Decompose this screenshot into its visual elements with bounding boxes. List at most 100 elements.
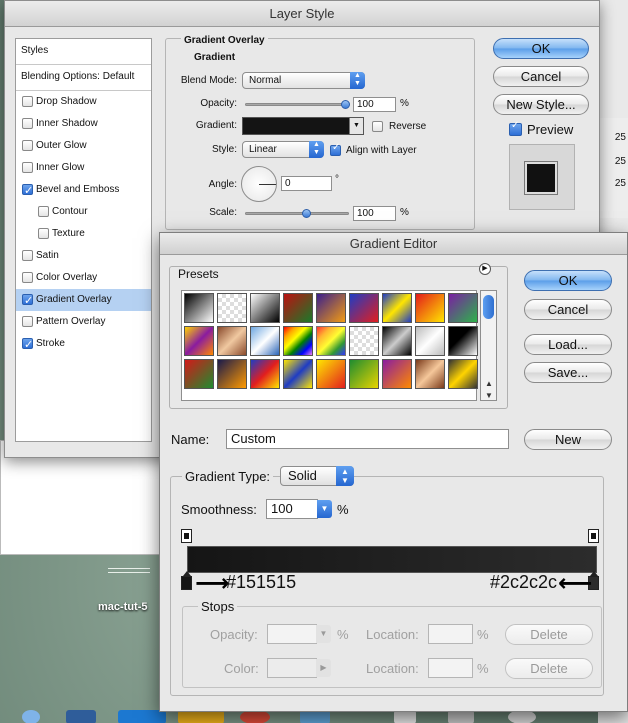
preset-swatch[interactable] [316, 326, 346, 356]
checkbox[interactable] [38, 228, 49, 239]
dock-app-icon[interactable] [66, 710, 96, 723]
smoothness-input[interactable]: 100 [266, 499, 318, 519]
stop-opacity-input[interactable] [267, 624, 317, 644]
angle-dial[interactable] [241, 166, 277, 202]
chevron-right-icon[interactable]: ▶ [316, 659, 331, 677]
angle-input[interactable]: 0 [281, 176, 332, 191]
preset-swatch[interactable] [283, 293, 313, 323]
scale-input[interactable]: 100 [353, 206, 396, 221]
preset-swatch[interactable] [184, 293, 214, 323]
preset-swatch[interactable] [250, 293, 280, 323]
cancel-button[interactable]: Cancel [493, 66, 589, 87]
preset-swatch[interactable] [250, 359, 280, 389]
style-item-pattern-overlay[interactable]: Pattern Overlay [16, 311, 151, 333]
preset-swatch-grid[interactable] [181, 290, 478, 401]
cancel-button[interactable]: Cancel [524, 299, 612, 320]
reverse-checkbox[interactable] [372, 121, 383, 132]
scroll-down-icon[interactable]: ▼ [485, 391, 493, 400]
delete-color-stop-button[interactable]: Delete [505, 658, 593, 679]
chevron-down-icon[interactable]: ▼ [349, 118, 363, 134]
preset-swatch[interactable] [316, 293, 346, 323]
style-item-texture[interactable]: Texture [16, 223, 151, 245]
save-button[interactable]: Save... [524, 362, 612, 383]
style-item-contour[interactable]: Contour [16, 201, 151, 223]
opacity-input[interactable]: 100 [353, 97, 396, 112]
preset-swatch[interactable] [217, 359, 247, 389]
blend-mode-select[interactable]: Normal ▲ ▼ [242, 72, 365, 89]
preset-swatch[interactable] [349, 326, 379, 356]
preset-swatch[interactable] [382, 359, 412, 389]
scale-slider[interactable] [245, 212, 349, 215]
style-item-stroke[interactable]: Stroke [16, 333, 151, 356]
style-item-drop-shadow[interactable]: Drop Shadow [16, 91, 151, 113]
preset-swatch[interactable] [382, 293, 412, 323]
ok-button[interactable]: OK [493, 38, 589, 59]
preset-swatch[interactable] [184, 326, 214, 356]
preset-swatch[interactable] [217, 293, 247, 323]
scale-slider-thumb[interactable] [302, 209, 311, 218]
checkbox-checked[interactable] [22, 290, 33, 312]
stop-color-location-input[interactable] [428, 658, 473, 678]
styles-header[interactable]: Styles [16, 39, 151, 65]
blending-options[interactable]: Blending Options: Default [16, 65, 151, 91]
scroll-up-icon[interactable]: ▲ [485, 379, 493, 388]
preview-checkbox[interactable] [509, 120, 522, 136]
preset-swatch[interactable] [283, 359, 313, 389]
desktop-file-label[interactable]: mac-tut-5 [98, 601, 148, 613]
stop-color-swatch[interactable] [267, 658, 317, 678]
checkbox[interactable] [22, 272, 33, 283]
style-item-inner-shadow[interactable]: Inner Shadow [16, 113, 151, 135]
new-style-button[interactable]: New Style... [493, 94, 589, 115]
style-item-bevel-emboss[interactable]: Bevel and Emboss [16, 179, 151, 202]
style-item-outer-glow[interactable]: Outer Glow [16, 135, 151, 157]
gradient-swatch[interactable]: ▼ [242, 117, 364, 135]
finder-icon[interactable] [22, 710, 40, 723]
flyout-menu-icon[interactable]: ▶ [479, 263, 491, 275]
checkbox[interactable] [22, 96, 33, 107]
preset-swatch[interactable] [415, 293, 445, 323]
preset-swatch[interactable] [283, 326, 313, 356]
chevron-down-icon[interactable]: ▼ [316, 625, 331, 643]
checkbox[interactable] [22, 118, 33, 129]
preset-swatch[interactable] [316, 359, 346, 389]
new-button[interactable]: New [524, 429, 612, 450]
preset-swatch[interactable] [184, 359, 214, 389]
gradient-name-input[interactable]: Custom [226, 429, 509, 449]
checkbox-checked[interactable] [22, 180, 33, 202]
delete-opacity-stop-button[interactable]: Delete [505, 624, 593, 645]
preset-swatch[interactable] [448, 326, 478, 356]
style-select[interactable]: Linear ▲ ▼ [242, 141, 324, 158]
opacity-slider[interactable] [245, 103, 349, 106]
opacity-stop-right[interactable] [588, 529, 599, 543]
preset-swatch[interactable] [415, 326, 445, 356]
preset-swatch[interactable] [349, 359, 379, 389]
load-button[interactable]: Load... [524, 334, 612, 355]
checkbox[interactable] [22, 162, 33, 173]
style-item-satin[interactable]: Satin [16, 245, 151, 267]
preset-swatch[interactable] [448, 293, 478, 323]
preset-swatch[interactable] [217, 326, 247, 356]
style-item-inner-glow[interactable]: Inner Glow [16, 157, 151, 179]
preset-swatch[interactable] [349, 293, 379, 323]
ok-button[interactable]: OK [524, 270, 612, 291]
preset-swatch[interactable] [448, 359, 478, 389]
scrollbar-thumb[interactable] [483, 295, 494, 319]
style-item-gradient-overlay[interactable]: Gradient Overlay [16, 289, 151, 312]
align-with-layer-checkbox[interactable] [330, 142, 341, 156]
presets-scrollbar[interactable]: ▲ ▼ [480, 290, 497, 401]
color-stop-left[interactable] [181, 571, 192, 590]
gradient-type-select[interactable]: Solid ▲ ▼ [280, 466, 354, 486]
checkbox[interactable] [22, 316, 33, 327]
preset-swatch[interactable] [415, 359, 445, 389]
preset-swatch[interactable] [382, 326, 412, 356]
opacity-slider-thumb[interactable] [341, 100, 350, 109]
opacity-stop-left[interactable] [181, 529, 192, 543]
stop-opacity-location-input[interactable] [428, 624, 473, 644]
style-item-color-overlay[interactable]: Color Overlay [16, 267, 151, 289]
checkbox[interactable] [38, 206, 49, 217]
gradient-preview-bar[interactable] [187, 546, 597, 573]
checkbox[interactable] [22, 250, 33, 261]
checkbox[interactable] [22, 140, 33, 151]
checkbox-checked[interactable] [22, 334, 33, 356]
chevron-down-icon[interactable]: ▼ [317, 500, 332, 518]
